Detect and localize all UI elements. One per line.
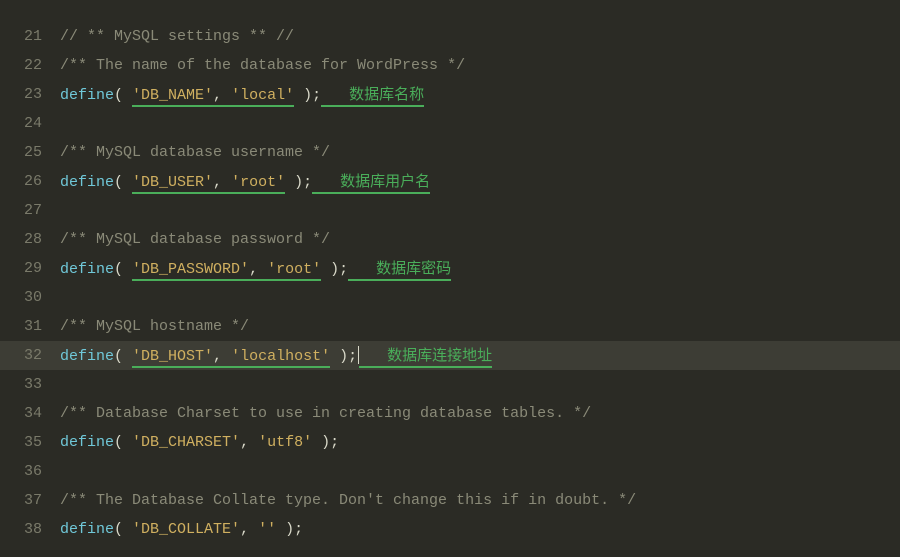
comment: /** The Database Collate type. Don't cha… — [60, 492, 636, 509]
code-line: 25 /** MySQL database username */ — [0, 138, 900, 167]
code-line-active: 32 define( 'DB_HOST', 'localhost' );数据库连… — [0, 341, 900, 370]
comment: /** MySQL database username */ — [60, 144, 330, 161]
code-line: 23 define( 'DB_NAME', 'local' );数据库名称 — [0, 80, 900, 109]
code-line: 28 /** MySQL database password */ — [0, 225, 900, 254]
define-func: define — [60, 87, 114, 104]
code-line: 36 — [0, 457, 900, 486]
code-line: 38 define( 'DB_COLLATE', '' ); — [0, 515, 900, 544]
code-line: 21 // ** MySQL settings ** // — [0, 22, 900, 51]
comment: /** MySQL database password */ — [60, 231, 330, 248]
code-line: 29 define( 'DB_PASSWORD', 'root' );数据库密码 — [0, 254, 900, 283]
db-collate-key: 'DB_COLLATE' — [132, 521, 240, 538]
code-line: 37 /** The Database Collate type. Don't … — [0, 486, 900, 515]
semicolon: ; — [294, 521, 303, 538]
line-number: 31 — [0, 318, 60, 335]
line-number: 36 — [0, 463, 60, 480]
db-host-value: 'localhost' — [231, 348, 330, 365]
line-number: 35 — [0, 434, 60, 451]
code-line: 31 /** MySQL hostname */ — [0, 312, 900, 341]
paren: ) — [312, 434, 330, 451]
line-number: 27 — [0, 202, 60, 219]
code-line: 22 /** The name of the database for Word… — [0, 51, 900, 80]
line-number: 28 — [0, 231, 60, 248]
define-func: define — [60, 174, 114, 191]
line-number: 38 — [0, 521, 60, 538]
code-line: 35 define( 'DB_CHARSET', 'utf8' ); — [0, 428, 900, 457]
line-number: 37 — [0, 492, 60, 509]
define-func: define — [60, 348, 114, 365]
define-func: define — [60, 434, 114, 451]
line-number: 26 — [0, 173, 60, 190]
line-number: 24 — [0, 115, 60, 132]
semicolon: ; — [312, 87, 321, 104]
annotation-db-password: 数据库密码 — [348, 257, 451, 281]
line-number: 23 — [0, 86, 60, 103]
code-line: 34 /** Database Charset to use in creati… — [0, 399, 900, 428]
db-name-key: 'DB_NAME' — [132, 87, 213, 104]
code-editor[interactable]: 21 // ** MySQL settings ** // 22 /** The… — [0, 0, 900, 544]
db-user-key: 'DB_USER' — [132, 174, 213, 191]
code-line: 27 — [0, 196, 900, 225]
line-number: 33 — [0, 376, 60, 393]
line-number: 30 — [0, 289, 60, 306]
line-number: 34 — [0, 405, 60, 422]
db-charset-value: 'utf8' — [258, 434, 312, 451]
paren: ) — [294, 87, 312, 104]
define-func: define — [60, 261, 114, 278]
db-password-key: 'DB_PASSWORD' — [132, 261, 249, 278]
line-number: 25 — [0, 144, 60, 161]
semicolon: ; — [339, 261, 348, 278]
code-line: 33 — [0, 370, 900, 399]
line-number: 29 — [0, 260, 60, 277]
comment: /** The name of the database for WordPre… — [60, 57, 465, 74]
comma: , — [213, 348, 231, 365]
db-password-value: 'root' — [267, 261, 321, 278]
db-user-value: 'root' — [231, 174, 285, 191]
paren: ) — [285, 174, 303, 191]
annotation-db-host: 数据库连接地址 — [359, 344, 492, 368]
line-number: 32 — [0, 347, 60, 364]
paren: ) — [321, 261, 339, 278]
semicolon: ; — [348, 348, 357, 365]
line-number: 21 — [0, 28, 60, 45]
semicolon: ; — [330, 434, 339, 451]
db-charset-key: 'DB_CHARSET' — [132, 434, 240, 451]
code-line: 30 — [0, 283, 900, 312]
line-number: 22 — [0, 57, 60, 74]
paren: ) — [330, 348, 348, 365]
db-name-value: 'local' — [231, 87, 294, 104]
comment: // ** MySQL settings ** // — [60, 28, 294, 45]
paren: ( — [114, 348, 132, 365]
comma: , — [213, 87, 231, 104]
semicolon: ; — [303, 174, 312, 191]
comment: /** Database Charset to use in creating … — [60, 405, 591, 422]
code-line: 26 define( 'DB_USER', 'root' );数据库用户名 — [0, 167, 900, 196]
comma: , — [249, 261, 267, 278]
paren: ( — [114, 87, 132, 104]
comment: /** MySQL hostname */ — [60, 318, 249, 335]
db-host-key: 'DB_HOST' — [132, 348, 213, 365]
annotation-db-user: 数据库用户名 — [312, 170, 430, 194]
comma: , — [240, 434, 258, 451]
define-func: define — [60, 521, 114, 538]
paren: ( — [114, 521, 132, 538]
paren: ) — [276, 521, 294, 538]
comma: , — [240, 521, 258, 538]
comma: , — [213, 174, 231, 191]
paren: ( — [114, 174, 132, 191]
annotation-db-name: 数据库名称 — [321, 83, 424, 107]
code-line: 24 — [0, 109, 900, 138]
paren: ( — [114, 261, 132, 278]
db-collate-value: '' — [258, 521, 276, 538]
paren: ( — [114, 434, 132, 451]
